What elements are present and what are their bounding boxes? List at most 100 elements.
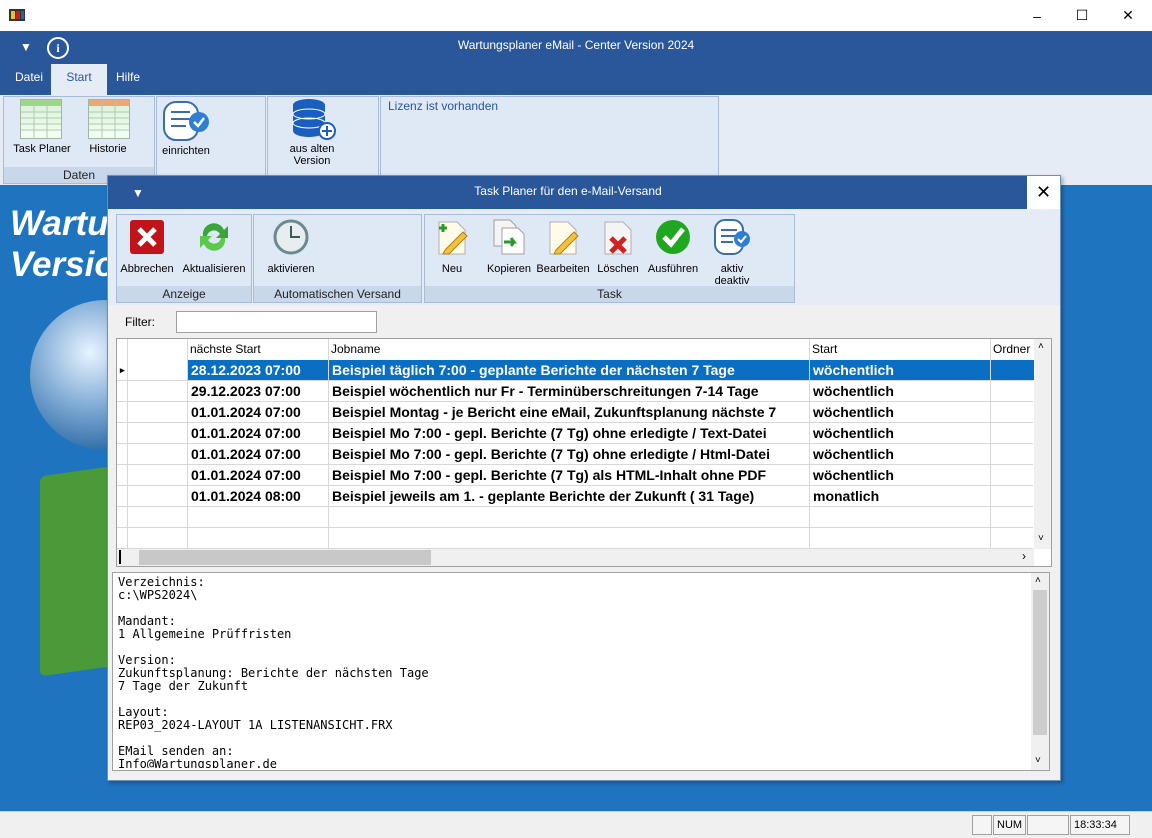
maximize-button[interactable]: ☐	[1059, 0, 1105, 31]
close-button[interactable]: ✕	[1105, 0, 1151, 31]
abbrechen-button[interactable]: Abbrechen	[117, 218, 177, 275]
grid-vertical-scrollbar[interactable]: ˄ ˅	[1034, 339, 1051, 549]
database-icon[interactable]	[289, 97, 337, 141]
next-start-cell: 01.01.2024 07:00	[188, 402, 329, 422]
edit-icon	[549, 221, 579, 255]
aktualisieren-button[interactable]: Aktualisieren	[181, 218, 247, 275]
grid-header-jobname[interactable]: Jobname	[329, 339, 810, 360]
group-label-auto: Automatischen Versand	[254, 286, 421, 302]
historie-label[interactable]: Historie	[80, 143, 136, 155]
menu-start[interactable]: Start	[51, 64, 107, 95]
filter-input[interactable]	[176, 311, 377, 333]
table-row[interactable]: 01.01.2024 07:00 Beispiel Mo 7:00 - gepl.…	[117, 444, 1036, 465]
row-blank-cell	[128, 360, 188, 380]
row-blank-cell	[128, 528, 188, 548]
clock-icon	[273, 219, 309, 255]
memo-scroll-thumb[interactable]	[1033, 590, 1047, 735]
dialog-menu-icon[interactable]: ▼	[132, 186, 144, 200]
row-indicator[interactable]	[117, 465, 128, 485]
task-planer-label[interactable]: Task Planer	[10, 143, 74, 155]
table-row[interactable]: 01.01.2024 07:00 Beispiel Mo 7:00 - gepl.…	[117, 465, 1036, 486]
scroll-up-icon[interactable]: ˄	[1038, 341, 1044, 352]
ausfuehren-button[interactable]: Ausführen	[645, 218, 701, 275]
start-cell: wöchentlich	[810, 402, 991, 422]
memo-scroll-down-icon[interactable]: ˅	[1035, 755, 1041, 766]
bearbeiten-button[interactable]: Bearbeiten	[536, 218, 590, 275]
ordner-cell	[991, 360, 1036, 380]
einrichten-icon[interactable]	[162, 100, 210, 142]
start-cell	[810, 528, 991, 548]
next-start-cell: 28.12.2023 07:00	[188, 360, 329, 380]
scroll-down-icon[interactable]: ˅	[1038, 533, 1044, 544]
row-indicator[interactable]	[117, 402, 128, 422]
start-cell: wöchentlich	[810, 423, 991, 443]
aus-alten-label[interactable]: aus alten Version	[280, 143, 344, 167]
table-row[interactable]: 01.01.2024 08:00 Beispiel jeweils am 1. -…	[117, 486, 1036, 507]
aktivieren-button[interactable]: aktivieren	[262, 218, 320, 275]
memo-scroll-up-icon[interactable]: ˄	[1035, 575, 1041, 586]
neu-button[interactable]: Neu	[432, 218, 472, 275]
row-indicator[interactable]	[117, 381, 128, 401]
loeschen-button[interactable]: Löschen	[595, 218, 641, 275]
menu-hilfe[interactable]: Hilfe	[108, 66, 148, 94]
status-panel-empty	[1027, 815, 1069, 835]
horizontal-scroll-thumb[interactable]	[139, 550, 431, 565]
next-start-cell	[188, 528, 329, 548]
jobname-cell: Beispiel Montag - je Bericht eine eMail,…	[329, 402, 810, 422]
minimize-button[interactable]: –	[1014, 0, 1060, 31]
menu-datei[interactable]: Datei	[7, 66, 51, 94]
next-start-cell: 29.12.2023 07:00	[188, 381, 329, 401]
row-indicator[interactable]	[117, 423, 128, 443]
start-cell: wöchentlich	[810, 381, 991, 401]
jobname-cell: Beispiel jeweils am 1. - geplante Berich…	[329, 486, 810, 506]
scroll-left-bar	[119, 550, 121, 564]
start-cell: wöchentlich	[810, 444, 991, 464]
historie-icon[interactable]	[88, 99, 130, 139]
next-start-cell	[188, 507, 329, 527]
window-titlebar	[0, 0, 1152, 31]
row-blank-cell	[128, 381, 188, 401]
grid-header-ordner[interactable]: Ordner	[991, 339, 1036, 360]
start-cell	[810, 507, 991, 527]
jobname-cell: Beispiel Mo 7:00 - gepl. Berichte (7 Tg)…	[329, 444, 810, 464]
next-start-cell: 01.01.2024 07:00	[188, 423, 329, 443]
new-document-icon	[438, 221, 468, 255]
row-indicator[interactable]	[117, 444, 128, 464]
table-row[interactable]: ▸ 28.12.2023 07:00 Beispiel täglich 7:00 -…	[117, 360, 1036, 381]
row-blank-cell	[128, 486, 188, 506]
einrichten-label[interactable]: einrichten	[157, 145, 215, 157]
row-indicator[interactable]	[117, 507, 128, 527]
next-start-cell: 01.01.2024 07:00	[188, 444, 329, 464]
refresh-icon	[200, 223, 228, 251]
ordner-cell	[991, 465, 1036, 485]
row-blank-cell	[128, 444, 188, 464]
table-row[interactable]: 01.01.2024 07:00 Beispiel Montag - je Ber…	[117, 402, 1036, 423]
status-time: 18:33:34	[1070, 815, 1130, 835]
table-row[interactable]: 01.01.2024 07:00 Beispiel Mo 7:00 - gepl.…	[117, 423, 1036, 444]
task-planer-icon[interactable]	[20, 99, 62, 139]
app-icon	[9, 9, 25, 21]
row-indicator[interactable]: ▸	[117, 360, 128, 380]
lizenz-status: Lizenz ist vorhanden	[388, 99, 499, 113]
jobname-cell: Beispiel Mo 7:00 - gepl. Berichte (7 Tg)…	[329, 423, 810, 443]
row-blank-cell	[128, 402, 188, 422]
grid-header-next-start[interactable]: nächste Start	[188, 339, 329, 360]
ordner-cell	[991, 423, 1036, 443]
app-title: Wartungsplaner eMail - Center Version 20…	[457, 38, 695, 52]
table-row[interactable]: 29.12.2023 07:00 Beispiel wöchentlich nur…	[117, 381, 1036, 402]
grid-header-start[interactable]: Start	[810, 339, 991, 360]
scroll-right-icon[interactable]: ›	[1022, 549, 1026, 563]
row-indicator[interactable]	[117, 528, 128, 548]
ordner-cell	[991, 402, 1036, 422]
job-grid: nächste Start Jobname Start Ordner ▸ 28.1…	[116, 338, 1052, 567]
row-indicator[interactable]	[117, 486, 128, 506]
details-text: Verzeichnis: c:\WPS2024\ Mandant: 1 Allg…	[118, 576, 429, 768]
dialog-close-button[interactable]: ✕	[1027, 176, 1060, 209]
aktiv-deaktiv-button[interactable]: aktiv deaktiv	[706, 218, 758, 287]
cancel-icon	[130, 220, 164, 254]
ordner-cell	[991, 444, 1036, 464]
ordner-cell	[991, 507, 1036, 527]
kopieren-button[interactable]: Kopieren	[485, 218, 533, 275]
check-icon	[656, 220, 690, 254]
ordner-cell	[991, 528, 1036, 548]
